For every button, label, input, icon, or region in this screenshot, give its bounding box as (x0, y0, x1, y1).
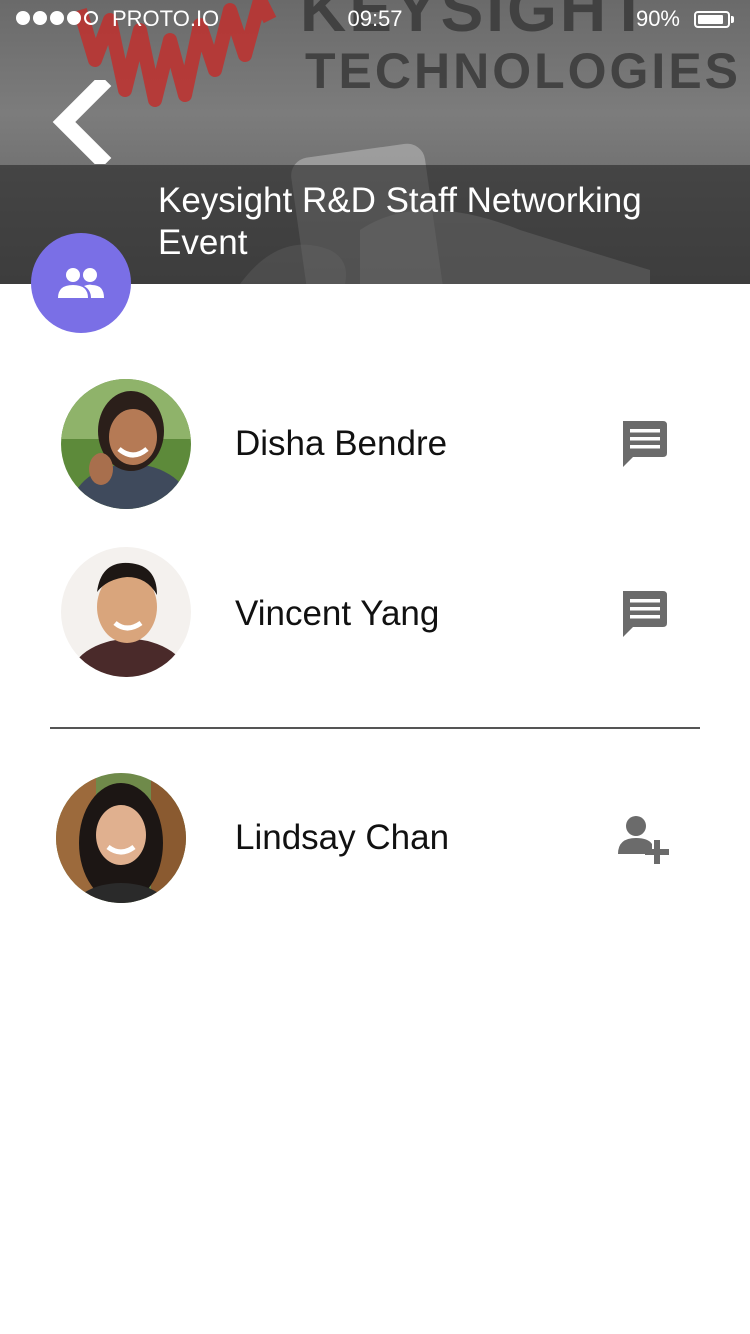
avatar-photo (61, 547, 191, 677)
section-divider (50, 727, 700, 729)
message-icon (623, 591, 667, 637)
attendee-row[interactable]: Disha Bendre (0, 374, 750, 514)
status-bar: PROTO.IO 09:57 90% (0, 0, 750, 40)
attendee-name: Disha Bendre (235, 424, 448, 463)
people-icon (58, 268, 104, 298)
add-contact-button[interactable] (614, 812, 670, 868)
avatar (61, 379, 191, 509)
avatar-photo (56, 773, 186, 903)
hero-brand-line-2: TECHNOLOGIES (305, 43, 742, 99)
avatar (61, 547, 191, 677)
group-badge (31, 233, 131, 333)
back-button[interactable] (50, 74, 114, 170)
message-button[interactable] (615, 585, 671, 641)
avatar-photo (61, 379, 191, 509)
attendee-row[interactable]: Lindsay Chan (0, 768, 750, 908)
avatar (56, 773, 186, 903)
battery-percent: 90% (635, 6, 680, 31)
chevron-left-icon (52, 74, 112, 170)
battery-icon (694, 11, 730, 28)
message-button[interactable] (615, 415, 671, 471)
battery-tip (731, 16, 734, 23)
event-title: Keysight R&D Staff Networking Event (158, 181, 642, 262)
attendee-name: Vincent Yang (235, 594, 440, 633)
battery-level-fill (698, 15, 724, 24)
attendee-row[interactable]: Vincent Yang (0, 544, 750, 684)
attendee-name: Lindsay Chan (235, 818, 450, 857)
event-attendees-screen: KEYSIGHT TECHNOLOGIES Keysight R&D Staff… (0, 0, 750, 1334)
add-contact-icon (618, 816, 669, 864)
message-icon (623, 421, 667, 467)
